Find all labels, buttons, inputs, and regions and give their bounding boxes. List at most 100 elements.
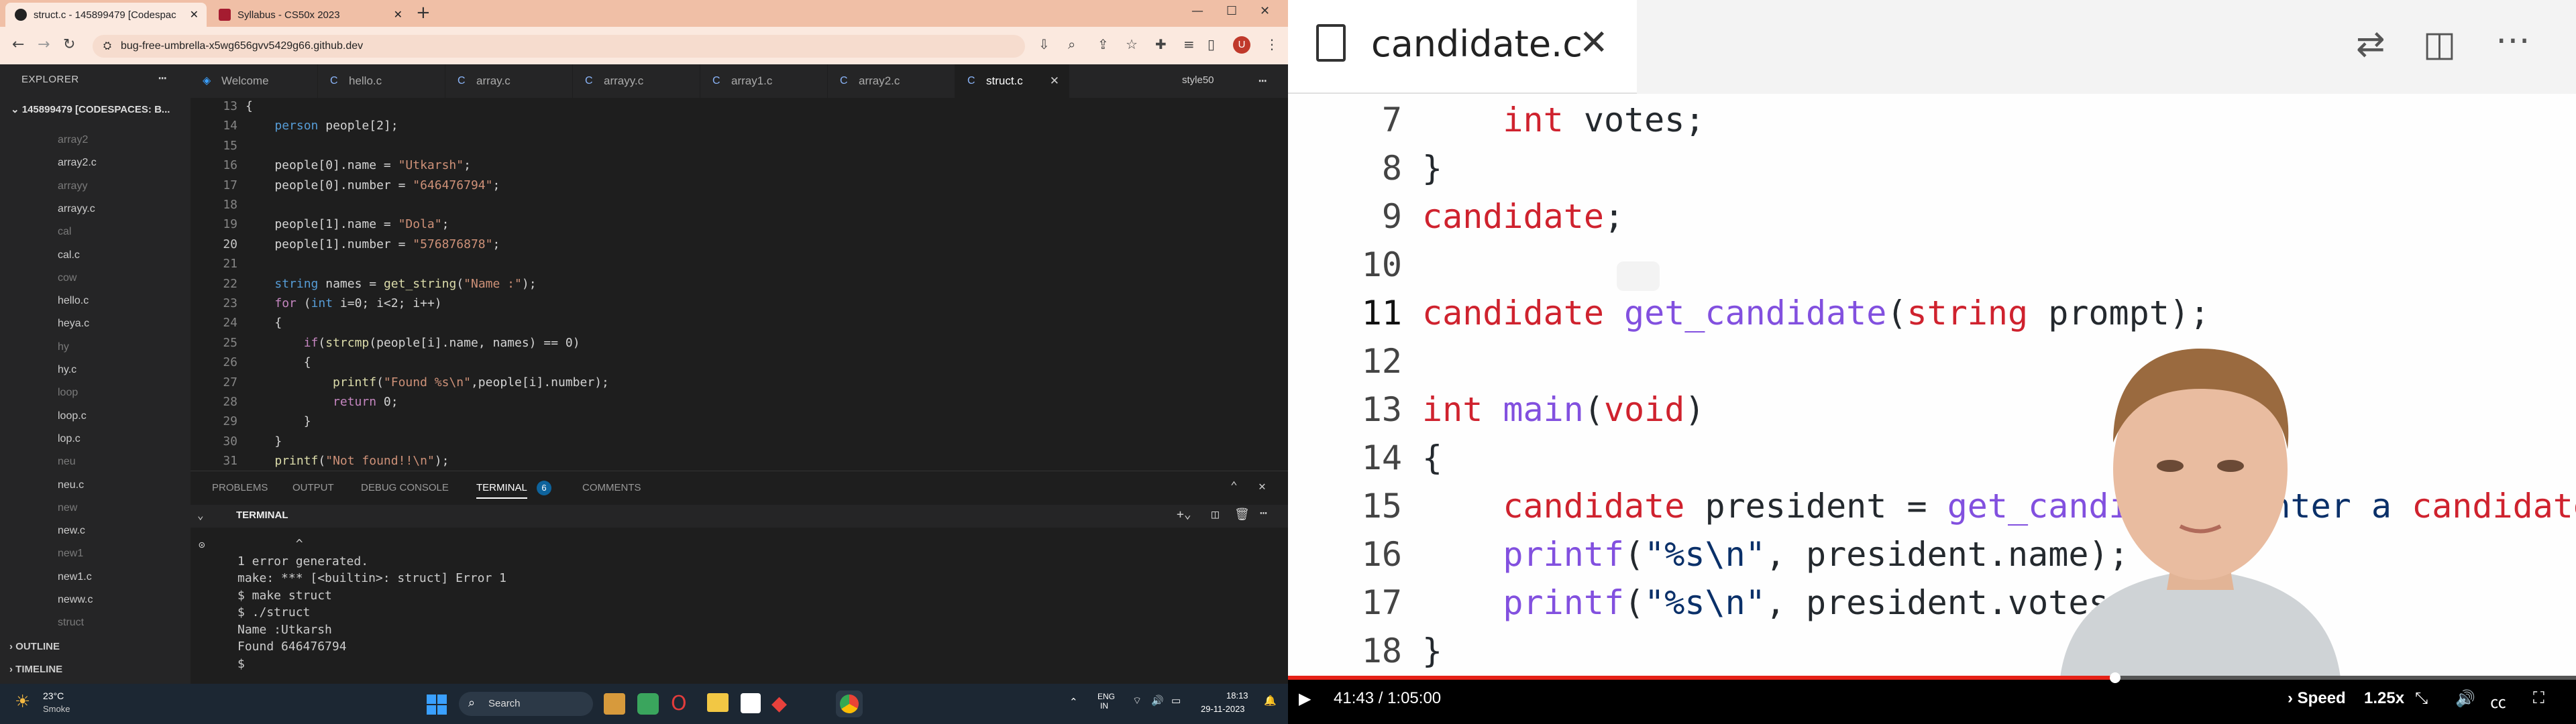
chevron-down-icon[interactable]: ⌄ [197,509,204,522]
maximize-panel-icon[interactable]: ⌃ [1230,479,1238,493]
file-item[interactable]: neu.c [58,479,84,491]
file-item[interactable]: new1 [58,548,83,560]
file-item[interactable]: hy [58,341,69,353]
file-item[interactable]: new.c [58,525,85,537]
speed-value[interactable]: 1.25x [2364,689,2404,708]
file-item[interactable]: hello.c [58,295,89,307]
app-icon[interactable] [604,693,625,715]
more-actions-icon[interactable]: ⋯ [1260,506,1267,520]
code-editor[interactable]: 13 {14 person people[2]; 15 16 people[0].na… [191,98,1288,471]
outline-section[interactable]: › OUTLINE [9,641,60,652]
editor-tab[interactable]: Carray2.c [828,64,955,98]
trash-icon[interactable]: 🗑 [1234,507,1250,522]
timeline-section[interactable]: › TIMELINE [9,664,62,675]
file-item[interactable]: neu [58,456,76,468]
profile-avatar[interactable]: U [1233,36,1250,54]
chrome-taskbar-button[interactable] [836,690,863,717]
weather-temp[interactable]: 23°C [43,690,64,701]
file-item[interactable]: arrayy.c [58,203,95,215]
more-actions-icon[interactable]: ⋯ [1258,72,1267,88]
zoom-icon[interactable]: ⌕ [1068,36,1075,52]
reload-icon[interactable]: ↻ [63,36,75,53]
sidepanel-icon[interactable]: ▯ [1208,36,1215,52]
volume-icon[interactable]: 🔊 [2455,689,2475,709]
new-terminal-icon[interactable]: +⌄ [1177,507,1191,522]
close-window-icon[interactable]: ✕ [1260,4,1270,18]
extensions-icon[interactable]: ✚ [1155,36,1167,52]
wifi-icon[interactable]: ⌔ [1132,695,1142,707]
play-icon[interactable]: ▶ [1299,689,1311,709]
app-icon[interactable] [637,693,659,715]
file-item[interactable]: lop.c [58,433,80,445]
back-icon[interactable]: ← [12,36,24,53]
start-button[interactable] [427,695,447,715]
file-item[interactable]: struct [58,617,84,629]
reading-list-icon[interactable]: ≡ [1183,36,1195,52]
project-folder[interactable]: ⌄ 145899479 [CODESPACES: B... [11,103,188,115]
forward-icon[interactable]: → [38,36,50,53]
opera-icon[interactable]: O [671,692,687,715]
taskbar-search[interactable]: ⌕ Search [459,692,593,716]
progress-track[interactable] [1288,672,2576,683]
progress-knob[interactable] [2109,672,2121,683]
video-line-number: 11 [1361,294,1402,333]
file-item[interactable]: arrayy [58,180,87,192]
tab-comments[interactable]: COMMENTS [582,482,641,493]
file-item[interactable]: heya.c [58,318,89,330]
hidden-icons-chevron[interactable]: ⌃ [1069,696,1078,708]
battery-icon[interactable]: ▭ [1171,695,1181,707]
clock[interactable]: 18:13 [1226,690,1248,701]
video-player[interactable]: candidate.c ✕ ⇄ ◫ ⋯ 7 int votes; 8} 9 candi… [1288,0,2576,724]
file-explorer-icon[interactable] [707,693,729,712]
code-line: } [246,434,282,448]
editor-tab[interactable]: Carrayy.c [573,64,700,98]
file-item[interactable]: loop.c [58,410,87,422]
share-icon[interactable]: ⇪ [1097,36,1109,52]
browser-tab-syllabus[interactable]: Syllabus - CS50x 2023 ✕ [209,3,411,27]
file-item[interactable]: neww.c [58,594,93,606]
maximize-icon[interactable]: ☐ [1226,4,1237,18]
file-item[interactable]: cal [58,226,71,238]
notifications-icon[interactable]: 🔔 [1264,695,1277,707]
site-info-icon[interactable]: ⛭ [103,35,111,58]
address-bar[interactable]: ⛭ bug-free-umbrella-x5wg656gvv5429g66.gi… [93,35,1025,58]
volume-icon[interactable]: 🔊 [1151,695,1164,707]
minimize-icon[interactable]: — [1191,4,1203,18]
editor-tab[interactable]: Carray.c [445,64,573,98]
editor-tab[interactable]: ◈ Welcome [191,64,318,98]
tab-debug-console[interactable]: DEBUG CONSOLE [361,482,449,493]
close-tab-icon[interactable]: ✕ [190,8,199,21]
close-tab-icon[interactable]: ✕ [1050,64,1059,98]
tab-output[interactable]: OUTPUT [292,482,334,493]
app-icon[interactable]: ◆ [771,692,787,715]
menu-icon[interactable]: ⋮ [1265,36,1279,52]
file-item[interactable]: cal.c [58,249,80,261]
editor-tab[interactable]: Cstruct.c ✕ [955,64,1069,98]
file-item[interactable]: hy.c [58,364,76,376]
file-item[interactable]: new [58,502,77,514]
captions-icon[interactable]: ㏄ [2490,689,2506,713]
new-tab-button[interactable]: + [416,3,431,23]
mini-player-icon[interactable]: ⤡ [2415,689,2428,708]
file-item[interactable]: array2.c [58,157,97,169]
speed-control[interactable]: › Speed [2288,689,2346,708]
fullscreen-icon[interactable]: ⛶ [2533,689,2544,708]
file-item[interactable]: cow [58,272,76,284]
close-tab-icon[interactable]: ✕ [394,8,402,21]
more-actions-icon[interactable]: ⋯ [158,70,166,86]
tab-terminal[interactable]: TERMINAL [476,482,527,499]
editor-tab[interactable]: Chello.c [318,64,445,98]
browser-tab-struct[interactable]: struct.c - 145899479 [Codespac ✕ [5,3,207,27]
editor-tab[interactable]: Carray1.c [700,64,828,98]
store-icon[interactable] [741,693,761,713]
file-item[interactable]: array2 [58,134,88,146]
style50-button[interactable]: style50 [1182,74,1214,86]
install-app-icon[interactable]: ⇩ [1038,36,1050,52]
bookmark-icon[interactable]: ☆ [1126,36,1138,52]
file-item[interactable]: loop [58,387,78,399]
language-indicator[interactable]: ENG IN [1097,692,1115,711]
split-terminal-icon[interactable]: ◫ [1212,507,1219,522]
file-item[interactable]: new1.c [58,571,92,583]
close-panel-icon[interactable]: ✕ [1258,479,1266,493]
tab-problems[interactable]: PROBLEMS [212,482,268,493]
